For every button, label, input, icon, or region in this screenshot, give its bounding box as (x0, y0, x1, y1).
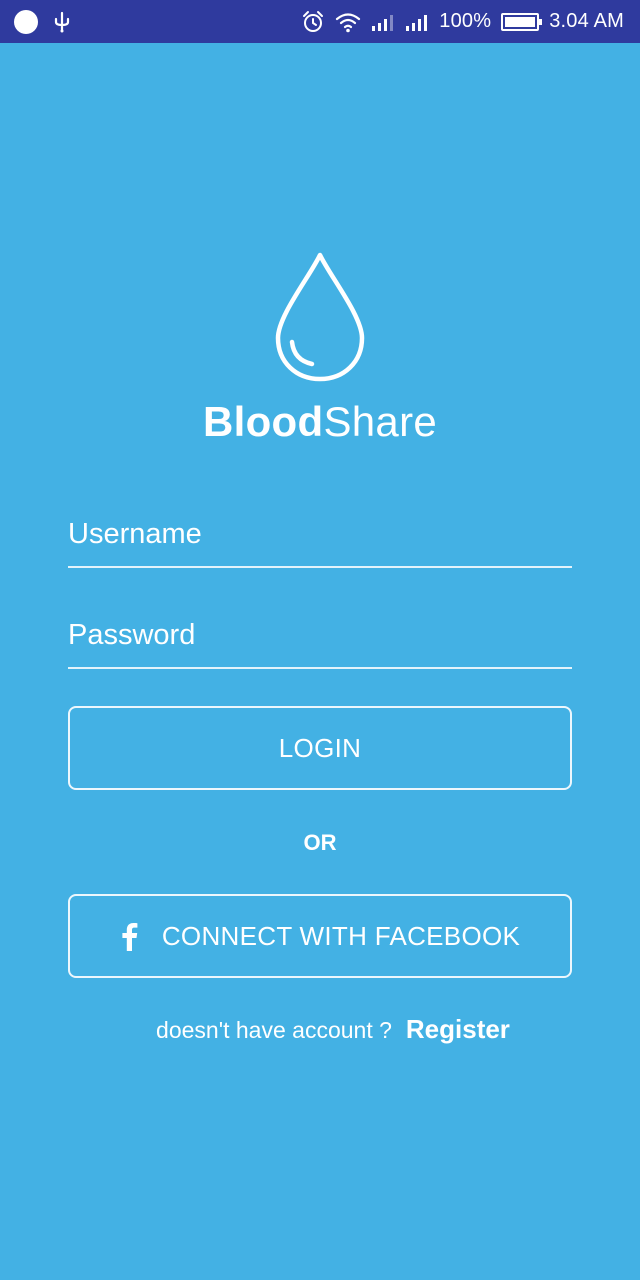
register-link[interactable]: Register (406, 1014, 510, 1045)
username-field[interactable] (68, 506, 572, 568)
facebook-button-label: CONNECT WITH FACEBOOK (161, 920, 521, 951)
clock: 3.04 AM (549, 10, 624, 32)
username-input[interactable] (68, 506, 572, 562)
password-field[interactable] (68, 607, 572, 669)
login-button[interactable]: LOGIN (68, 706, 572, 790)
login-button-label: LOGIN (278, 732, 362, 763)
status-bar: 100% 3.04 AM (0, 0, 640, 43)
app-logo: BloodShare (0, 250, 640, 448)
battery-percent: 100% (439, 10, 492, 32)
notification-dot-icon (14, 9, 38, 34)
password-input[interactable] (68, 607, 572, 663)
signal-icon (371, 13, 395, 31)
register-question: doesn't have account ? (156, 1017, 392, 1043)
facebook-connect-button[interactable]: CONNECT WITH FACEBOOK (68, 894, 572, 978)
register-row: doesn't have account ? Register (0, 1014, 640, 1045)
signal-icon (405, 13, 429, 31)
brand-name-light: Share (323, 398, 438, 445)
brand-name-bold: Blood (202, 398, 324, 445)
blood-drop-icon (275, 252, 365, 382)
or-divider-text: OR (303, 830, 337, 855)
status-bar-right: 100% 3.04 AM (291, 10, 624, 34)
wifi-icon (335, 11, 361, 33)
brand-name: BloodShare (0, 396, 640, 448)
facebook-icon (120, 921, 138, 951)
status-bar-left (14, 9, 86, 34)
alarm-icon (301, 10, 325, 34)
battery-level (505, 16, 536, 27)
usb-icon (52, 11, 72, 33)
battery-icon (501, 12, 543, 31)
